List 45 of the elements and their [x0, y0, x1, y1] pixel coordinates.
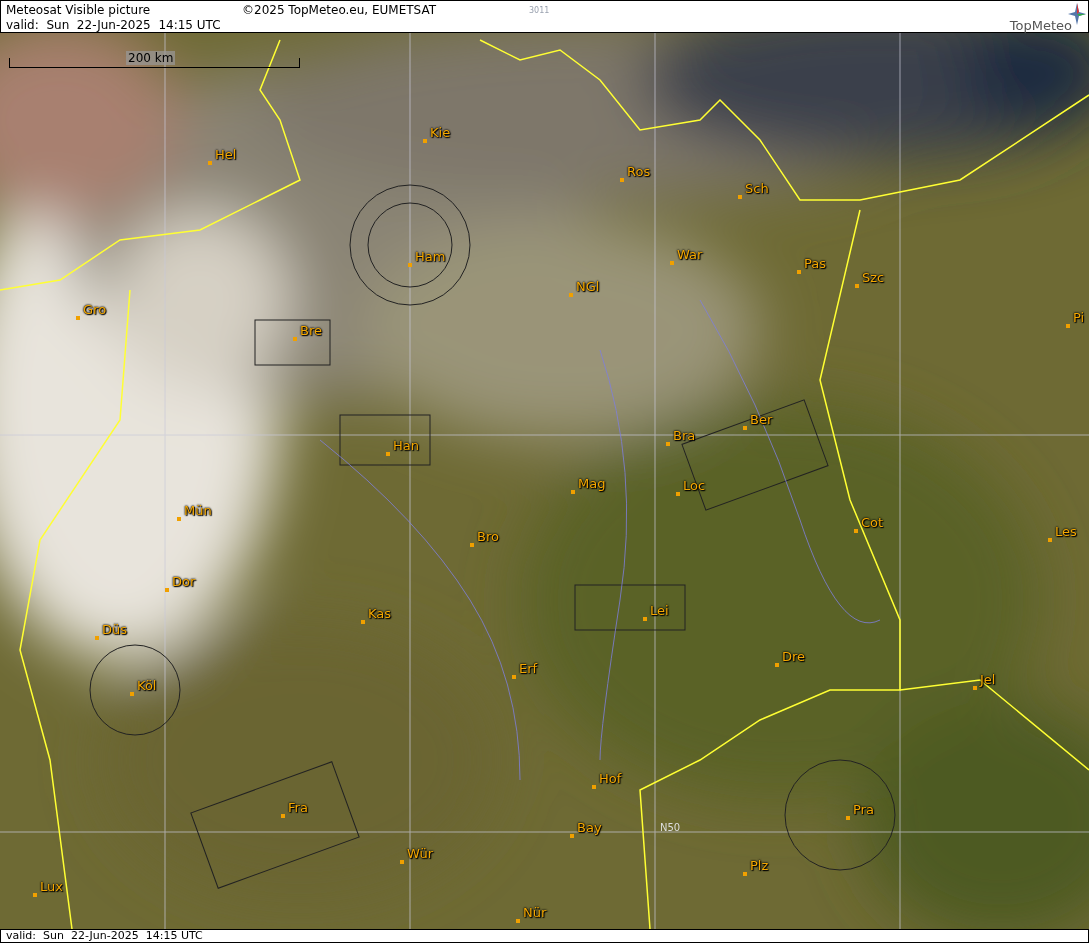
city-label: Erf: [519, 661, 538, 676]
logo-text: TopMeteo: [1009, 17, 1072, 35]
city-label: Cot: [861, 515, 884, 530]
valid-time: valid: Sun 22-Jun-2025 14:15 UTC: [6, 17, 221, 34]
city-label: Ber: [750, 412, 773, 427]
city-label: Nür: [523, 905, 547, 920]
city-label: Plz: [750, 858, 769, 873]
city-label: Hel: [215, 147, 237, 162]
city-label: Hof: [599, 771, 622, 786]
city-label: Köl: [137, 678, 157, 693]
city-label: Kas: [368, 606, 392, 621]
city-label: Ros: [627, 164, 651, 179]
city-label: Bre: [300, 323, 322, 338]
copyright-text: ©2025 TopMeteo.eu, EUMETSAT: [242, 2, 437, 19]
city-label: Dre: [782, 649, 806, 664]
city-label: Loc: [683, 478, 706, 493]
city-label: Lux: [40, 879, 63, 894]
city-label: Bra: [673, 428, 696, 443]
city-label: Kie: [430, 125, 451, 140]
city-label: Jel: [980, 672, 996, 687]
city-label: Sch: [745, 181, 769, 196]
city-label: Gro: [83, 302, 107, 317]
city-label: Lei: [650, 603, 669, 618]
city-label: Ham: [415, 249, 446, 264]
city-label: Pi: [1073, 310, 1085, 325]
city-label: Bay: [577, 820, 602, 835]
image-code: 3011: [529, 5, 550, 17]
city-label: Dor: [172, 574, 196, 589]
city-label: Mag: [578, 476, 606, 491]
city-label: NGl: [576, 279, 600, 294]
scale-label: 200 km: [126, 51, 176, 65]
city-label: Szc: [862, 270, 885, 285]
city-label: Bro: [477, 529, 499, 544]
city-label: Fra: [288, 800, 308, 815]
city-label: Han: [393, 438, 419, 453]
city-label: Düs: [102, 622, 128, 637]
grid-label: N50: [660, 821, 681, 835]
city-label: Pas: [804, 256, 826, 271]
city-label: Les: [1055, 524, 1077, 539]
city-label: Pra: [853, 802, 874, 817]
city-label: Wür: [407, 846, 433, 861]
city-label: Mün: [184, 503, 212, 518]
footer-valid-time: valid: Sun 22-Jun-2025 14:15 UTC: [6, 930, 203, 942]
city-label: War: [677, 247, 703, 262]
picture-title: Meteosat Visible picture: [6, 2, 151, 19]
